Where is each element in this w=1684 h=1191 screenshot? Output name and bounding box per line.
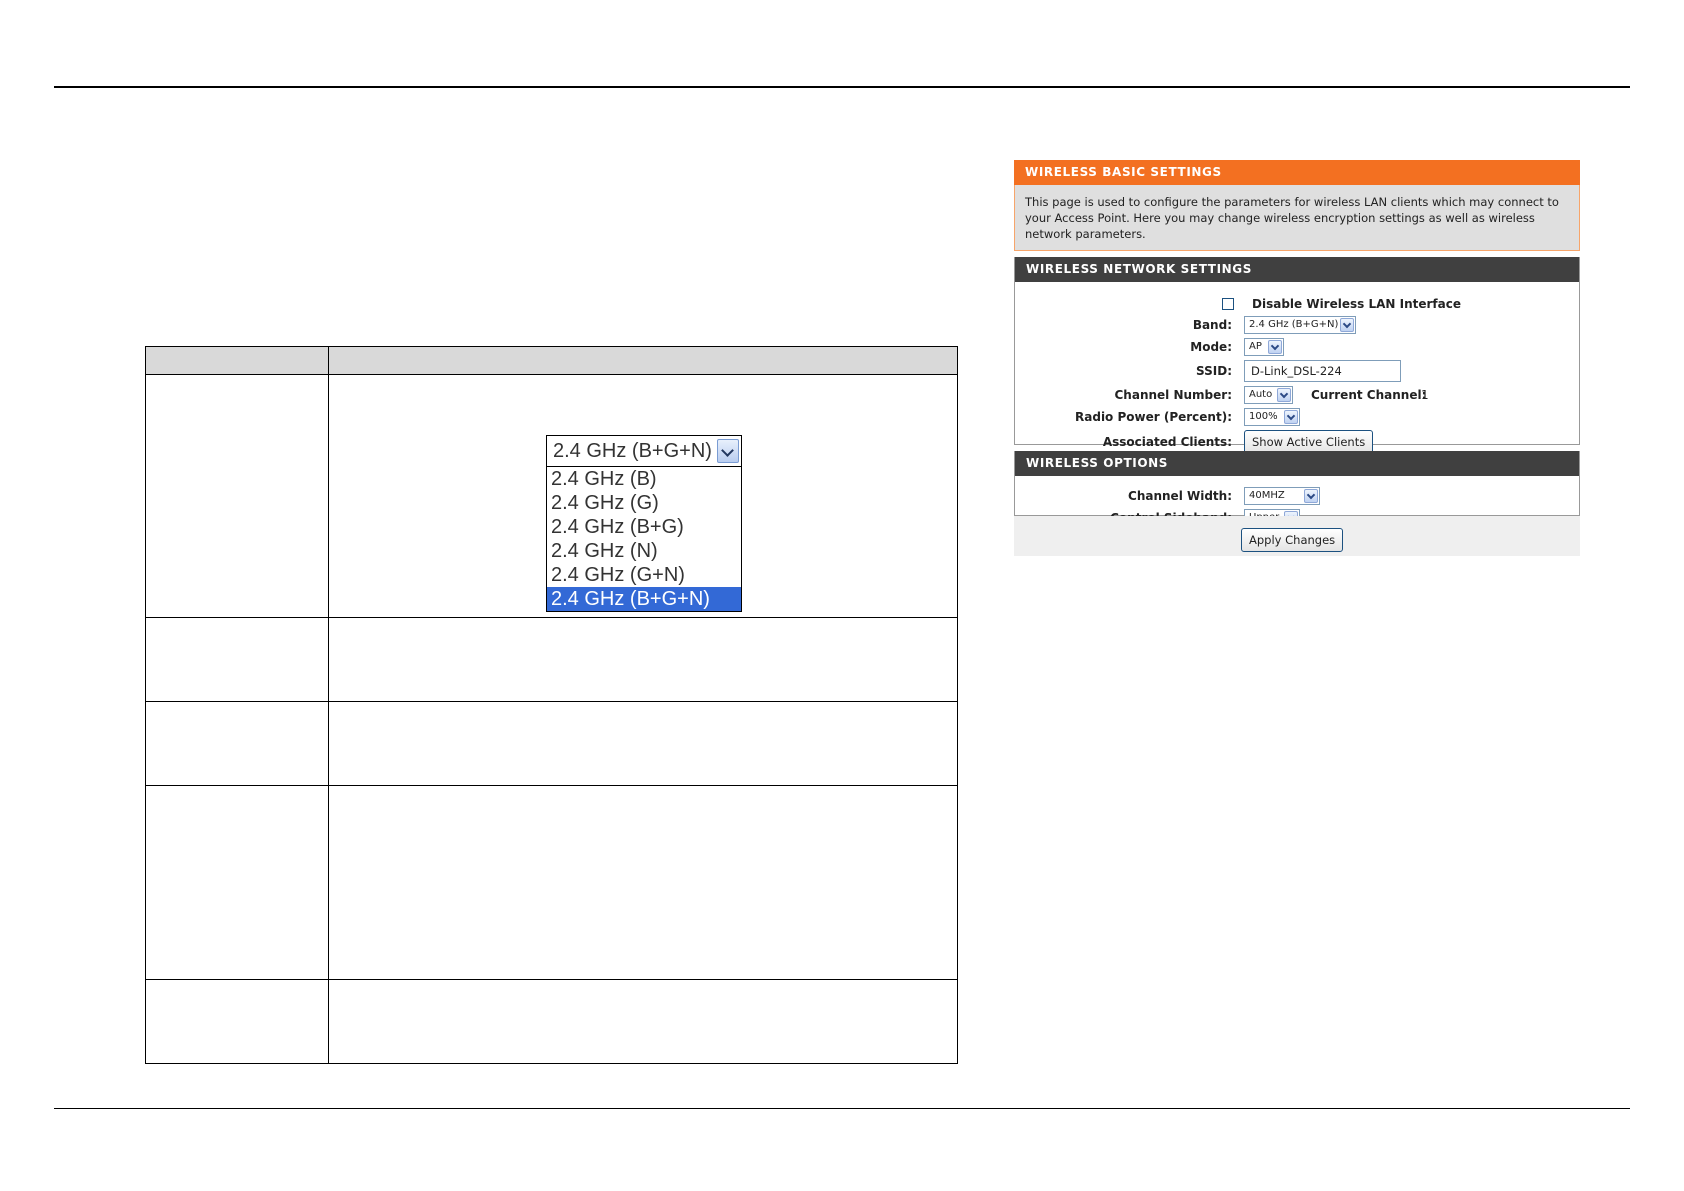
band-select[interactable]: 2.4 GHz (B+G+N): [1244, 316, 1356, 334]
band-dropdown-list: 2.4 GHz (B) 2.4 GHz (G) 2.4 GHz (B+G) 2.…: [546, 467, 742, 612]
table-row: [145, 979, 958, 1064]
ssid-row: SSID: D-Link_DSL-224: [1015, 360, 1581, 382]
band-select-value: 2.4 GHz (B+G+N): [1249, 319, 1339, 330]
wireless-options-header: WIRELESS OPTIONS: [1015, 451, 1579, 476]
disable-wlan-label: Disable Wireless LAN Interface: [1252, 297, 1461, 311]
table-header-cell: [145, 346, 329, 375]
network-settings-section: WIRELESS NETWORK SETTINGS Disable Wirele…: [1014, 257, 1581, 454]
chevron-down-icon[interactable]: [717, 439, 739, 463]
network-settings-header: WIRELESS NETWORK SETTINGS: [1015, 257, 1579, 282]
channel-select[interactable]: Auto: [1244, 386, 1293, 404]
band-row: Band: 2.4 GHz (B+G+N): [1015, 315, 1581, 335]
mode-select-value: AP: [1249, 341, 1262, 352]
chevron-down-icon[interactable]: [1304, 489, 1318, 503]
table-cell: [145, 701, 329, 786]
top-rule: [54, 86, 1630, 88]
wireless-options-section: WIRELESS OPTIONS Channel Width: 40MHZ Co…: [1014, 451, 1581, 527]
chevron-down-icon[interactable]: [1277, 388, 1291, 402]
associated-clients-row: Associated Clients: Show Active Clients: [1015, 430, 1581, 454]
channel-label: Channel Number:: [1114, 388, 1233, 402]
radio-power-select[interactable]: 100%: [1244, 408, 1300, 426]
wireless-settings-panel: WIRELESS BASIC SETTINGS This page is use…: [1014, 160, 1580, 556]
band-option-b-g[interactable]: 2.4 GHz (B+G): [547, 515, 741, 539]
band-option-g[interactable]: 2.4 GHz (G): [547, 491, 741, 515]
ssid-label: SSID:: [1196, 364, 1232, 378]
band-option-b-g-n[interactable]: 2.4 GHz (B+G+N): [547, 587, 741, 611]
current-channel-value: 1: [1421, 388, 1429, 402]
band-option-g-n[interactable]: 2.4 GHz (G+N): [547, 563, 741, 587]
table-cell: [145, 617, 329, 702]
table-cell: 2.4 GHz (B+G+N) 2.4 GHz (B) 2.4 GHz (G) …: [328, 374, 958, 618]
channel-select-value: Auto: [1249, 389, 1273, 400]
apply-changes-button[interactable]: Apply Changes: [1241, 528, 1344, 552]
radio-power-select-value: 100%: [1249, 411, 1278, 422]
table-cell: [145, 979, 329, 1064]
disable-wlan-checkbox[interactable]: [1222, 298, 1234, 310]
mode-row: Mode: AP: [1015, 337, 1581, 357]
table-cell: [328, 979, 958, 1064]
chevron-down-icon[interactable]: [1284, 410, 1298, 424]
band-dropdown-illustration[interactable]: 2.4 GHz (B+G+N) 2.4 GHz (B) 2.4 GHz (G) …: [546, 435, 742, 612]
chevron-down-icon[interactable]: [1268, 340, 1282, 354]
table-cell: [145, 374, 329, 618]
field-description-table: 2.4 GHz (B+G+N) 2.4 GHz (B) 2.4 GHz (G) …: [145, 346, 958, 1064]
band-option-n[interactable]: 2.4 GHz (N): [547, 539, 741, 563]
band-option-b[interactable]: 2.4 GHz (B): [547, 467, 741, 491]
table-cell: [328, 785, 958, 980]
band-dropdown-selected-text: 2.4 GHz (B+G+N): [553, 440, 712, 462]
table-row: [145, 617, 958, 702]
table-cell: [328, 617, 958, 702]
associated-clients-label: Associated Clients:: [1102, 435, 1232, 449]
table-row: [145, 785, 958, 980]
current-channel-label: Current Channel:: [1311, 388, 1427, 402]
basic-settings-header: WIRELESS BASIC SETTINGS: [1014, 160, 1580, 185]
channel-width-select-value: 40MHZ: [1249, 490, 1285, 501]
table-row: [145, 701, 958, 786]
disable-wlan-row: Disable Wireless LAN Interface: [1015, 294, 1581, 314]
table-header-row: [145, 346, 958, 375]
mode-select[interactable]: AP: [1244, 338, 1284, 356]
mode-label: Mode:: [1190, 340, 1232, 354]
table-cell: [328, 701, 958, 786]
channel-width-select[interactable]: 40MHZ: [1244, 487, 1320, 505]
basic-settings-description: This page is used to configure the param…: [1014, 185, 1580, 251]
table-header-cell: [328, 346, 958, 375]
channel-row: Channel Number: Auto Current Channel: 1: [1015, 385, 1581, 405]
table-row: 2.4 GHz (B+G+N) 2.4 GHz (B) 2.4 GHz (G) …: [145, 374, 958, 618]
ssid-input[interactable]: D-Link_DSL-224: [1244, 360, 1401, 382]
channel-width-label: Channel Width:: [1128, 489, 1232, 503]
channel-width-row: Channel Width: 40MHZ: [1015, 486, 1581, 506]
radio-power-label: Radio Power (Percent):: [1075, 410, 1232, 424]
radio-power-row: Radio Power (Percent): 100%: [1015, 407, 1581, 427]
apply-bar: Apply Changes: [1014, 516, 1580, 556]
chevron-down-icon[interactable]: [1340, 318, 1354, 332]
band-dropdown-selected[interactable]: 2.4 GHz (B+G+N): [546, 435, 742, 467]
bottom-rule: [54, 1108, 1630, 1109]
band-label: Band:: [1192, 318, 1232, 332]
table-cell: [145, 785, 329, 980]
